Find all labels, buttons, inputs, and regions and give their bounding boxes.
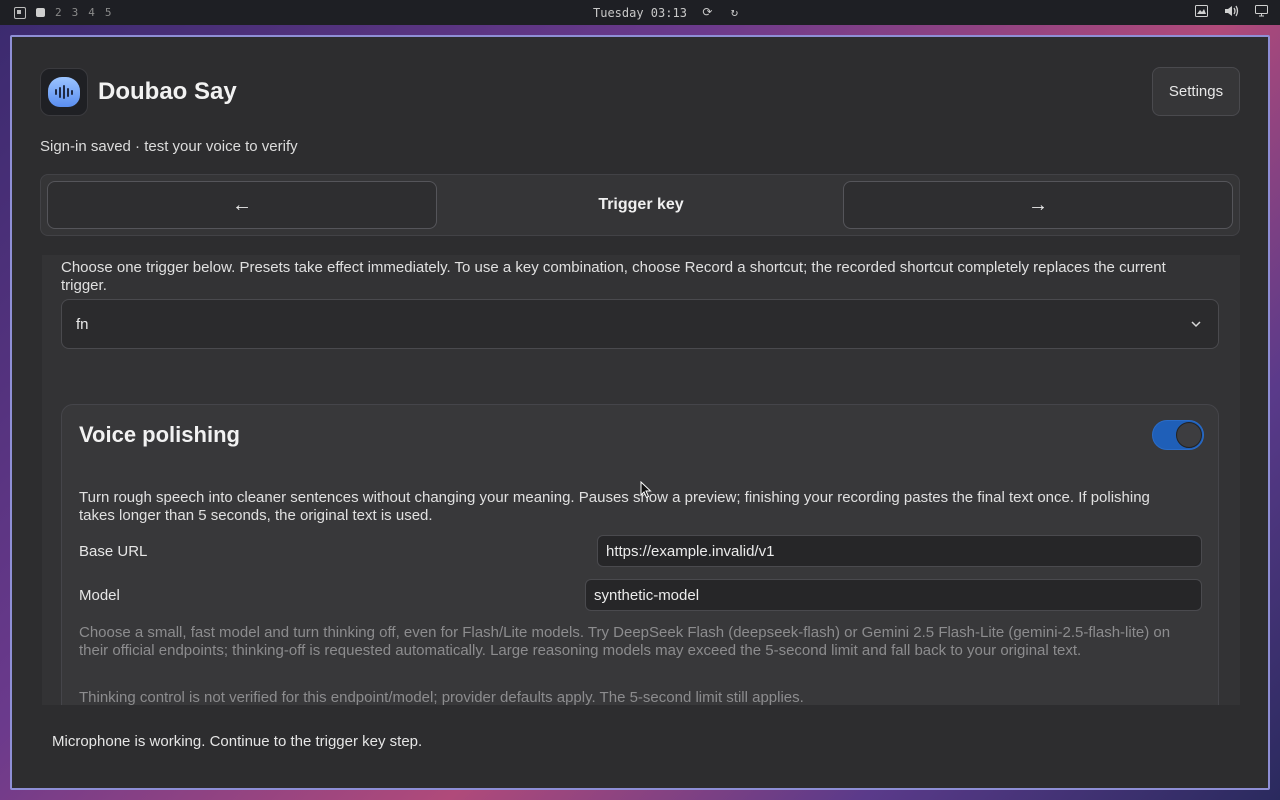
mouse-cursor-icon (640, 481, 652, 499)
volume-icon[interactable] (1224, 5, 1239, 20)
arrow-right-icon: → (1028, 193, 1048, 216)
base-url-value: https://example.invalid/v1 (606, 542, 775, 560)
previous-step-button[interactable]: ← (47, 181, 437, 229)
workspace-3[interactable]: 3 (72, 6, 79, 19)
model-hint: Choose a small, fast model and turn thin… (79, 624, 1171, 659)
step-navigation: ← Trigger key → (40, 174, 1240, 236)
model-label: Model (79, 587, 120, 604)
next-step-button[interactable]: → (843, 181, 1233, 229)
refresh-icon[interactable]: ↻ (728, 6, 741, 19)
app-header: Doubao Say (40, 68, 237, 116)
arrow-left-icon: ← (232, 193, 252, 216)
chevron-down-icon (1191, 321, 1201, 328)
layout-grid-icon[interactable] (14, 6, 26, 19)
workspace-5[interactable]: 5 (105, 6, 112, 19)
model-input[interactable]: synthetic-model (585, 579, 1202, 611)
voice-polishing-card: Voice polishing Turn rough speech into c… (61, 404, 1219, 705)
display-icon[interactable] (1255, 5, 1268, 20)
voice-polishing-toggle[interactable] (1152, 420, 1204, 450)
step-content-scroll[interactable]: Choose one trigger below. Presets take e… (42, 255, 1240, 705)
voice-polishing-description: Turn rough speech into cleaner sentences… (79, 489, 1150, 524)
thinking-control-hint: Thinking control is not verified for thi… (79, 689, 804, 705)
trigger-selected-value: fn (76, 315, 89, 333)
trigger-select[interactable]: fn (61, 299, 1219, 349)
settings-button[interactable]: Settings (1152, 67, 1240, 116)
base-url-input[interactable]: https://example.invalid/v1 (597, 535, 1202, 567)
workspace-4[interactable]: 4 (88, 6, 95, 19)
voice-polishing-title: Voice polishing (79, 422, 240, 447)
screenshot-icon[interactable] (1195, 5, 1208, 20)
trigger-description: Choose one trigger below. Presets take e… (61, 259, 1166, 294)
workspace-1-active[interactable] (36, 8, 45, 17)
clock: Tuesday 03:13 (593, 5, 687, 20)
app-window: Doubao Say Settings Sign-in saved · test… (10, 35, 1270, 790)
base-url-label: Base URL (79, 543, 148, 560)
toggle-knob (1176, 422, 1202, 448)
sign-in-status: Sign-in saved · test your voice to verif… (40, 138, 298, 155)
model-value: synthetic-model (594, 586, 700, 604)
app-title: Doubao Say (98, 78, 237, 105)
microphone-status-message: Microphone is working. Continue to the t… (52, 733, 423, 750)
system-top-bar: 2 3 4 5 Tuesday 03:13 ⟳ ↻ (0, 0, 1280, 25)
doubao-app-icon (40, 68, 88, 116)
workspace-switcher: 2 3 4 5 (14, 0, 112, 25)
workspace-2[interactable]: 2 (55, 6, 62, 19)
sync-icon[interactable]: ⟳ (701, 6, 714, 19)
